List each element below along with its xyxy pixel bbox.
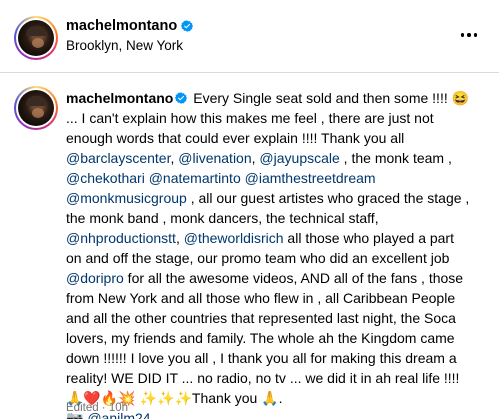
mention-link[interactable]: @jayupscale (259, 150, 339, 166)
mention-link[interactable]: @doripro (66, 270, 124, 286)
caption-emoji-line: 🙏❤️🔥💥 ✨✨✨Thank you 🙏. (66, 390, 283, 406)
caption-text: and all the other countries that represe… (66, 310, 456, 326)
caption-line: @barclayscenter, @livenation, @jayupscal… (66, 150, 452, 166)
post-caption: machelmontano Every Single seat sold and… (66, 88, 492, 419)
more-options-icon[interactable] (460, 33, 477, 37)
caption-text: on and off the stage, our promo team who… (66, 250, 450, 266)
verified-badge-icon (175, 92, 188, 104)
avatar[interactable] (14, 16, 58, 60)
caption-text: all those who played a part (283, 230, 454, 246)
mention-link[interactable]: @barclayscenter (66, 150, 170, 166)
caption-line: @doripro for all the awesome videos, AND… (66, 268, 492, 288)
caption-text: from New York and all those who flew in … (66, 290, 456, 306)
caption-text: for all the awesome videos, AND all of t… (123, 270, 464, 286)
caption-line: @monkmusicgroup , all our guest artistes… (66, 188, 492, 208)
edited-timestamp: Edited · 10h (66, 402, 129, 414)
post-header: machelmontano Brooklyn, New York (0, 0, 499, 73)
caption-text: enough words that could ever explain !!!… (66, 130, 405, 146)
caption-line: 📷 @anilm24 (66, 408, 492, 419)
caption-text: lovers, my friends and family. The whole… (66, 330, 455, 346)
caption-username[interactable]: machelmontano (66, 90, 173, 106)
header-location[interactable]: Brooklyn, New York (66, 38, 183, 53)
caption-text: ... I can't explain how this makes me fe… (66, 110, 434, 126)
mention-link[interactable]: @monkmusicgroup (66, 190, 187, 206)
mention-link[interactable]: @natemartinto (149, 170, 241, 186)
caption-text: down !!!!!! I love you all , I thank you… (66, 350, 457, 366)
caption-text: , the monk team , (339, 150, 452, 166)
caption-line: @chekothari @natemartinto @iamthestreetd… (66, 168, 492, 188)
caption-text: Every Single seat sold and then some !!!… (193, 90, 470, 106)
mention-link[interactable]: @theworldisrich (184, 230, 284, 246)
mention-link[interactable]: @chekothari (66, 170, 145, 186)
caption-text: , all our guest artistes who graced the … (186, 190, 470, 206)
caption-line: @nhproductionstt, @theworldisrich all th… (66, 230, 454, 246)
caption-text: reality! WE DID IT ... no radio, no tv .… (66, 370, 460, 386)
verified-badge-icon (181, 20, 194, 32)
mention-link[interactable]: @livenation (178, 150, 251, 166)
caption-text: the monk band , monk dancers, the techni… (66, 210, 379, 226)
header-username-row: machelmontano (66, 18, 194, 34)
mention-link[interactable]: @iamthestreetdream (245, 170, 376, 186)
header-username[interactable]: machelmontano (66, 18, 177, 34)
caption-line: machelmontano Every Single seat sold and… (66, 88, 492, 108)
caption-avatar[interactable] (14, 86, 58, 130)
mention-link[interactable]: @nhproductionstt (66, 230, 176, 246)
